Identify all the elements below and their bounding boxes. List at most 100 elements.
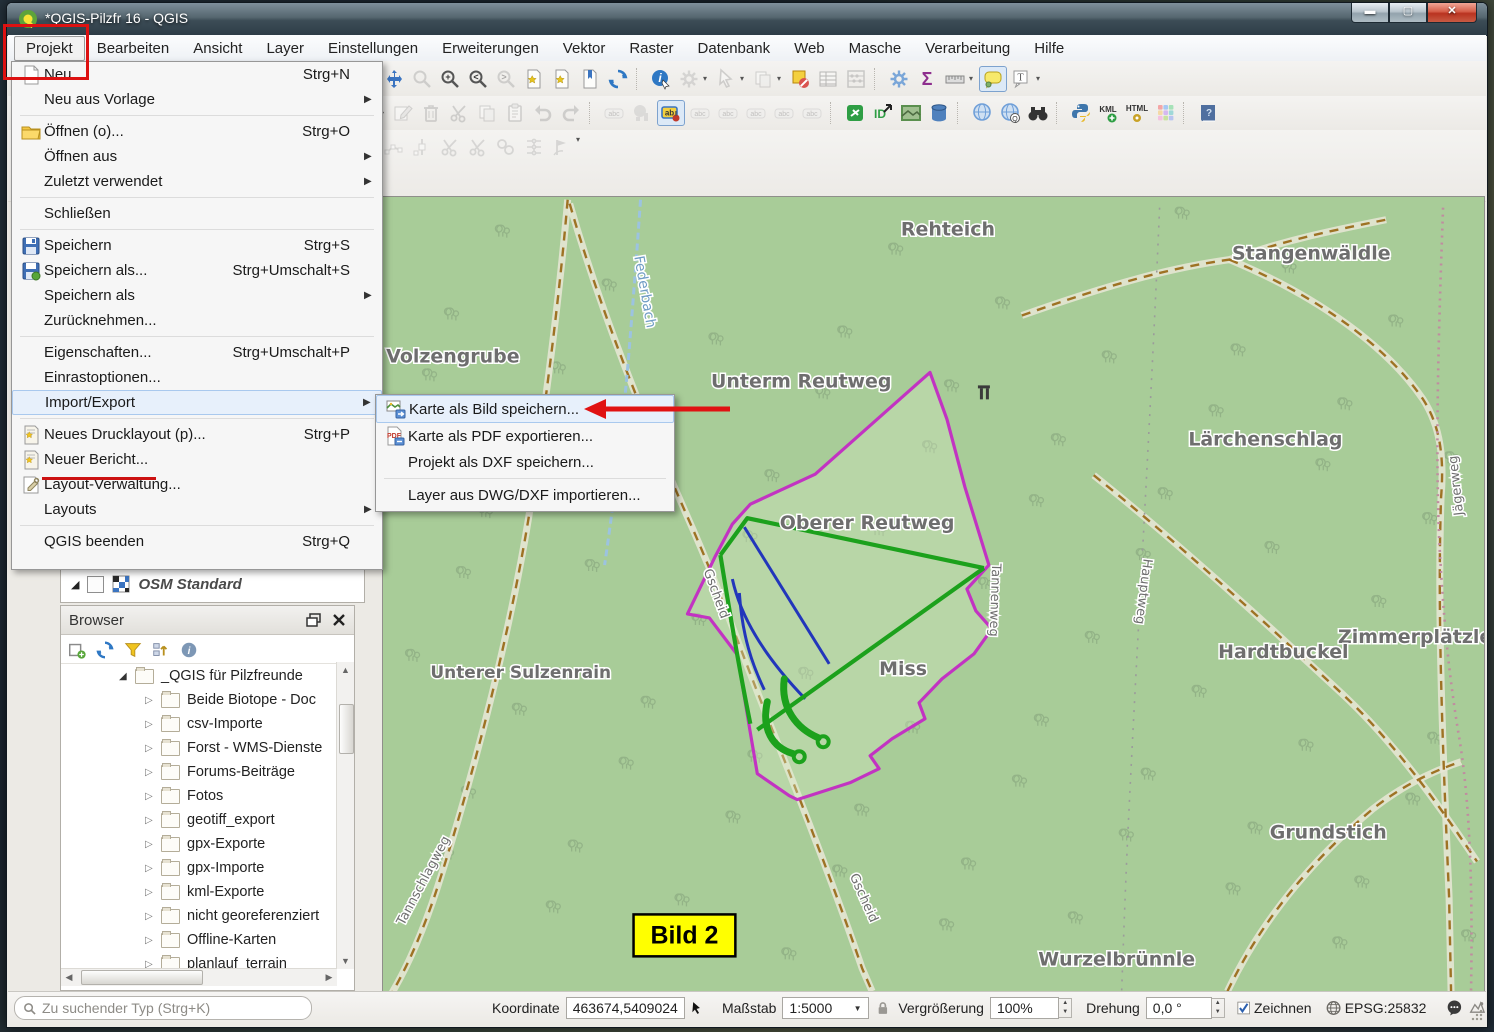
new-bookmark-icon[interactable] [521,67,547,91]
horizontal-scroll-thumb[interactable] [81,970,203,985]
project-menu-item-ffnen-aus[interactable]: Öffnen aus▶ [12,144,382,169]
project-menu-item-import-export[interactable]: Import/Export▶ [12,390,382,415]
project-menu-item-ffnen-o[interactable]: Öffnen (o)...Strg+O [12,119,382,144]
browser-tree-item-kml-exporte[interactable]: ▷kml-Exporte [61,880,337,904]
horizontal-scrollbar[interactable]: ◀ ▶ [61,968,337,986]
tree-collapsed-icon[interactable]: ▷ [145,887,159,898]
lock-scale-icon[interactable] [877,1000,889,1016]
bookmark-manager-icon[interactable] [577,67,603,91]
menubar-item-ansicht[interactable]: Ansicht [181,36,254,61]
help-contents-icon[interactable]: ? [1195,101,1221,125]
plugin-wd-icon[interactable] [842,101,868,125]
browser-tree-item-gpx-exporte[interactable]: ▷gpx-Exporte [61,832,337,856]
zoom-last-icon[interactable]: < [465,67,491,91]
resize-grip[interactable] [1471,1009,1483,1021]
project-menu-item-speichern-als[interactable]: Speichern als▶ [12,283,382,308]
title-bar[interactable]: *QGIS-Pilzfr 16 - QGIS ▬ ▢ ✕ [7,3,1487,36]
tree-collapsed-icon[interactable]: ▷ [145,791,159,802]
render-checkbox[interactable] [1237,1000,1250,1016]
web-search-icon[interactable]: Q [997,101,1023,125]
menubar-item-verarbeitung[interactable]: Verarbeitung [913,36,1022,61]
rotation-field[interactable]: 0,0 ° [1146,997,1212,1019]
maximize-button[interactable]: ▢ [1389,3,1427,23]
browser-tree-item-forst-wms-dienste[interactable]: ▷Forst - WMS-Dienste [61,736,337,760]
properties-info-icon[interactable]: i [179,639,199,659]
refresh-map-icon[interactable] [605,67,631,91]
change-label-icon[interactable]: abc [799,101,825,125]
scale-combobox[interactable]: 1:5000▼ [782,997,868,1019]
close-panel-icon[interactable] [332,613,346,627]
menubar-item-web[interactable]: Web [782,36,837,61]
project-menu-item-neu-aus-vorlage[interactable]: Neu aus Vorlage▶ [12,87,382,112]
merge-features-icon[interactable] [493,135,519,159]
project-menu-item-layout-verwaltung[interactable]: Layout-Verwaltung... [12,472,382,497]
browser-tree-item-beide-biotope-doc[interactable]: ▷Beide Biotope - Doc [61,688,337,712]
select-by-form-icon[interactable] [750,67,776,91]
menubar-item-bearbeiten[interactable]: Bearbeiten [85,36,182,61]
color-grid-plugin-icon[interactable] [1152,101,1178,125]
project-menu-item-neues-drucklayout-p[interactable]: Neues Drucklayout (p)...Strg+P [12,422,382,447]
submenu-item-layer-aus-dwg-dxf-importieren[interactable]: Layer aus DWG/DXF importieren... [376,482,674,508]
scroll-left-arrow[interactable]: ◀ [61,972,77,983]
project-menu-item-schlie-en[interactable]: Schließen [12,201,382,226]
tree-collapsed-icon[interactable]: ▷ [145,863,159,874]
scroll-up-arrow[interactable]: ▲ [337,662,354,678]
tree-collapsed-icon[interactable]: ▷ [145,911,159,922]
refresh-icon[interactable] [95,639,115,659]
browser-tree-item-qgis-f-r-pilzfreunde[interactable]: ◢_QGIS für Pilzfreunde [61,664,337,688]
menubar-item-masche[interactable]: Masche [837,36,914,61]
browser-tree-item-nicht-georeferenziert[interactable]: ▷nicht georeferenziert [61,904,337,928]
text-annotation-dropdown-icon[interactable]: ▾ [1036,74,1045,83]
redo-icon[interactable] [558,101,584,125]
browser-tree-item-csv-importe[interactable]: ▷csv-Importe [61,712,337,736]
magnifier-field[interactable]: 100% [990,997,1059,1019]
menubar-item-vektor[interactable]: Vektor [551,36,618,61]
web-download-icon[interactable] [969,101,995,125]
scroll-right-arrow[interactable]: ▶ [321,972,337,983]
split-parts-icon[interactable] [465,135,491,159]
fill-ring-icon[interactable] [549,135,575,159]
options-gear-icon[interactable] [886,67,912,91]
project-menu-item-neuer-bericht[interactable]: Neuer Bericht... [12,447,382,472]
zoom-full-icon[interactable] [409,67,435,91]
pin-labels-icon[interactable]: abc [687,101,713,125]
layer-checkbox[interactable] [87,576,104,593]
menubar-item-einstellungen[interactable]: Einstellungen [316,36,430,61]
browser-tree-item-forums-beitr-ge[interactable]: ▷Forums-Beiträge [61,760,337,784]
statistics-icon[interactable] [843,67,869,91]
map-tips-icon[interactable] [979,66,1007,92]
tree-collapsed-icon[interactable]: ▷ [145,839,159,850]
scroll-down-arrow[interactable]: ▼ [337,953,354,969]
select-features-dropdown-icon[interactable]: ▾ [740,74,749,83]
vertical-scrollbar[interactable]: ▲ ▼ [336,662,354,969]
menubar-item-hilfe[interactable]: Hilfe [1022,36,1076,61]
zoom-in-icon[interactable]: + [437,67,463,91]
move-label-icon[interactable]: abc [743,101,769,125]
copy-features-icon[interactable] [474,101,500,125]
tree-collapsed-icon[interactable]: ▷ [145,743,159,754]
layer-labeling-icon[interactable]: abc [601,101,627,125]
select-by-form-dropdown-icon[interactable]: ▾ [777,74,786,83]
labeling-options-icon[interactable]: ab [657,100,685,126]
toggle-editing-icon[interactable] [390,101,416,125]
tree-collapsed-icon[interactable]: ▷ [145,935,159,946]
open-attribute-table-icon[interactable] [815,67,841,91]
show-hidden-labels-icon[interactable]: abc [715,101,741,125]
submenu-item-projekt-als-dxf-speichern[interactable]: Projekt als DXF speichern... [376,449,674,475]
browser-tree-item-offline-karten[interactable]: ▷Offline-Karten [61,928,337,952]
run-feature-action-dropdown-icon[interactable]: ▾ [703,74,712,83]
project-menu-item-layouts[interactable]: Layouts▶ [12,497,382,522]
reshape-icon[interactable] [521,135,547,159]
coordinate-field[interactable]: 463674,5409024 [566,997,685,1019]
add-layer-icon[interactable] [67,639,87,659]
magnifier-spinner[interactable]: ▲▼ [1059,998,1072,1018]
float-panel-icon[interactable] [306,613,322,627]
layer-diagram-icon[interactable] [629,101,655,125]
cut-features-icon[interactable] [446,101,472,125]
html-export-icon[interactable]: HTML [1124,101,1150,125]
show-bookmarks-icon[interactable] [549,67,575,91]
project-menu-item-zur-cknehmen[interactable]: Zurücknehmen... [12,308,382,333]
osm-place-search-icon[interactable] [1025,101,1051,125]
locator-search-input[interactable]: Zu suchender Typ (Strg+K) [14,996,312,1020]
deselect-features-icon[interactable] [787,67,813,91]
